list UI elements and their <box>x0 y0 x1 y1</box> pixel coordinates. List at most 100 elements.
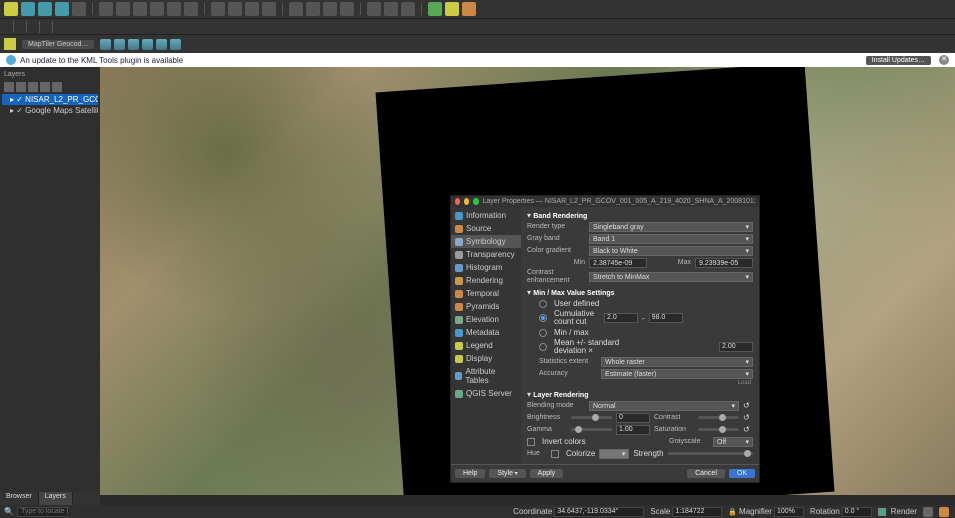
identify-icon[interactable] <box>211 2 225 16</box>
browser-tab[interactable]: Browser <box>0 492 39 505</box>
color-gradient-select[interactable]: Black to White <box>589 246 753 256</box>
tab-qgis-server[interactable]: QGIS Server <box>451 387 521 400</box>
open-project-icon[interactable] <box>21 2 35 16</box>
reset-icon[interactable]: ↺ <box>743 425 753 434</box>
lightning-icon[interactable] <box>4 38 16 50</box>
zoom-full-icon[interactable] <box>150 2 164 16</box>
tab-metadata[interactable]: Metadata <box>451 326 521 339</box>
radio-meanstd[interactable] <box>539 343 547 351</box>
new-project-icon[interactable] <box>4 2 18 16</box>
deselect-icon[interactable] <box>245 2 259 16</box>
strength-slider[interactable] <box>668 452 753 455</box>
gamma-slider[interactable] <box>571 428 612 431</box>
tab-information[interactable]: Information <box>451 209 521 222</box>
layer-tree-item[interactable]: ▸ ✓ Google Maps Satellite <box>2 105 98 116</box>
apply-button[interactable]: Apply <box>530 469 564 478</box>
invert-colors-checkbox[interactable] <box>527 438 535 446</box>
tab-legend[interactable]: Legend <box>451 339 521 352</box>
radio-user-defined[interactable] <box>539 300 547 308</box>
radio-minmax[interactable] <box>539 329 547 337</box>
measure-icon[interactable] <box>262 2 276 16</box>
cancel-button[interactable]: Cancel <box>687 469 725 478</box>
gray-band-select[interactable]: Band 1 <box>589 234 753 244</box>
provider-icon-4[interactable] <box>142 39 153 50</box>
radio-cumulative[interactable] <box>539 314 547 322</box>
zoom-out-icon[interactable] <box>133 2 147 16</box>
magnifier-input[interactable]: 100% <box>774 507 804 517</box>
render-type-select[interactable]: Singleband gray <box>589 222 753 232</box>
zoom-in-icon[interactable] <box>116 2 130 16</box>
help-button[interactable]: Help <box>455 469 485 478</box>
grayscale-select[interactable]: Off <box>713 437 753 447</box>
render-checkbox[interactable] <box>878 508 886 516</box>
pan-icon[interactable] <box>99 2 113 16</box>
locator-input[interactable] <box>17 507 77 517</box>
min-input[interactable]: 2.38745e-09 <box>589 258 647 268</box>
scale-input[interactable]: 1:184722 <box>672 507 722 517</box>
layer-tree-item[interactable]: ▸ ✓ NISAR_L2_PR_GCOV_001 <box>2 94 98 105</box>
brightness-input[interactable]: 0 <box>616 413 650 423</box>
messages-icon[interactable] <box>939 507 949 517</box>
field-calc-icon[interactable] <box>306 2 320 16</box>
refresh-icon[interactable] <box>367 2 381 16</box>
max-input[interactable]: 9.23939e-05 <box>695 258 753 268</box>
zoom-window-icon[interactable] <box>473 198 478 205</box>
contrast-slider[interactable] <box>698 416 739 419</box>
manage-themes-icon[interactable] <box>16 82 26 92</box>
crs-icon[interactable] <box>923 507 933 517</box>
attributes-icon[interactable] <box>289 2 303 16</box>
ok-button[interactable]: OK <box>729 469 755 478</box>
save-icon[interactable] <box>38 2 52 16</box>
undo-icon[interactable] <box>384 2 398 16</box>
cumulative-low-input[interactable]: 2.0 <box>604 313 638 323</box>
provider-icon-1[interactable] <box>100 39 111 50</box>
tab-temporal[interactable]: Temporal <box>451 287 521 300</box>
add-group-icon[interactable] <box>4 82 14 92</box>
reset-blending-icon[interactable]: ↺ <box>743 401 753 410</box>
provider-icon-3[interactable] <box>128 39 139 50</box>
colorize-color-picker[interactable] <box>599 449 629 459</box>
tab-rendering[interactable]: Rendering <box>451 274 521 287</box>
load-button[interactable]: Load <box>527 380 753 386</box>
contrast-enhancement-select[interactable]: Stretch to MinMax <box>589 272 753 282</box>
tab-pyramids[interactable]: Pyramids <box>451 300 521 313</box>
provider-icon-5[interactable] <box>156 39 167 50</box>
save-as-icon[interactable] <box>55 2 69 16</box>
toolbox-icon[interactable] <box>323 2 337 16</box>
style-button[interactable]: Style <box>489 469 525 478</box>
zoom-selection-icon[interactable] <box>184 2 198 16</box>
tab-symbology[interactable]: Symbology <box>451 235 521 248</box>
colorize-checkbox[interactable] <box>551 450 559 458</box>
lock-icon[interactable]: 🔒 <box>728 508 737 516</box>
close-icon[interactable]: ✕ <box>939 55 949 65</box>
zoom-layer-icon[interactable] <box>167 2 181 16</box>
tab-attribute-tables[interactable]: Attribute Tables <box>451 365 521 387</box>
plugin-settings-icon[interactable] <box>428 2 442 16</box>
tab-display[interactable]: Display <box>451 352 521 365</box>
dialog-titlebar[interactable]: Layer Properties — NISAR_L2_PR_GCOV_001_… <box>451 196 759 207</box>
collapse-all-icon[interactable] <box>52 82 62 92</box>
tab-source[interactable]: Source <box>451 222 521 235</box>
gamma-input[interactable]: 1.00 <box>616 425 650 435</box>
minimize-window-icon[interactable] <box>464 198 469 205</box>
install-updates-button[interactable]: Install Updates… <box>866 56 931 65</box>
help-icon[interactable] <box>462 2 476 16</box>
brightness-slider[interactable] <box>571 416 612 419</box>
layers-tab[interactable]: Layers <box>39 492 73 505</box>
close-window-icon[interactable] <box>455 198 460 205</box>
coordinate-input[interactable]: 34.6437,-119.0334° <box>554 507 644 517</box>
stats-icon[interactable] <box>340 2 354 16</box>
blending-mode-select[interactable]: Normal <box>589 401 739 411</box>
tab-histogram[interactable]: Histogram <box>451 261 521 274</box>
tab-transparency[interactable]: Transparency <box>451 248 521 261</box>
tab-elevation[interactable]: Elevation <box>451 313 521 326</box>
map-canvas[interactable]: Layer Properties — NISAR_L2_PR_GCOV_001_… <box>100 67 955 495</box>
meanstd-input[interactable]: 2.00 <box>719 342 753 352</box>
rotation-input[interactable]: 0.0 ° <box>842 507 872 517</box>
reset-icon[interactable]: ↺ <box>743 413 753 422</box>
redo-icon[interactable] <box>401 2 415 16</box>
provider-icon-6[interactable] <box>170 39 181 50</box>
cumulative-high-input[interactable]: 98.0 <box>649 313 683 323</box>
print-icon[interactable] <box>72 2 86 16</box>
tab-maptiler[interactable]: MapTiler Geocod… <box>22 40 94 49</box>
